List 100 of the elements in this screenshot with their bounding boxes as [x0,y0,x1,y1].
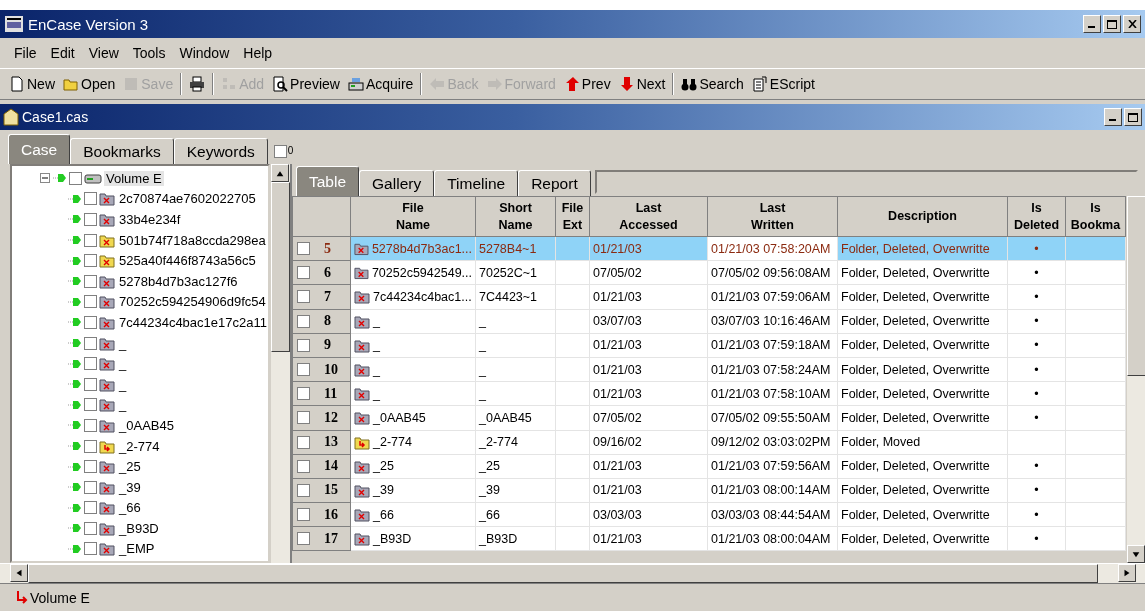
tree-item[interactable]: 2c70874ae7602022705 [117,191,258,207]
tree-item[interactable]: 5278b4d7b3ac127f6 [117,273,240,289]
vertical-scrollbar[interactable] [1126,196,1145,563]
tree-item[interactable]: 33b4e234f [117,212,183,227]
checkbox[interactable] [84,274,97,288]
toolbar-button[interactable]: Open [60,71,119,97]
checkbox[interactable] [84,295,97,309]
column-header[interactable]: File Name [350,196,476,237]
tab[interactable]: Report [518,170,591,196]
checkbox[interactable] [297,338,310,352]
checkbox[interactable] [84,357,97,371]
toolbar-button[interactable]: Acquire [344,71,417,97]
table-row[interactable]: 12 _0AAB45 _0AAB45 07/05/02 07/05/02 09:55:50AM Folder, Deleted, Overwritte • [292,405,1126,430]
vertical-scrollbar[interactable] [270,164,290,563]
tree-item[interactable]: 501b74f718a8ccda298ea [117,232,268,248]
column-header[interactable]: Last Accessed [589,196,708,237]
toolbar-button[interactable]: Next [615,71,669,97]
checkbox[interactable] [84,213,97,226]
checkbox[interactable] [84,377,97,391]
checkbox[interactable] [84,542,97,556]
checkbox[interactable] [297,387,310,401]
tree-item[interactable]: _25 [117,459,143,475]
minimize-button[interactable] [1083,15,1101,33]
table-row[interactable]: 13 _2-774 _2-774 09/16/02 09/12/02 03:03:02PM Folder, Moved [292,430,1126,455]
table-row[interactable]: 17 _B93D _B93D 01/21/03 01/21/03 08:00:04AM Folder, Deleted, Overwritte • [292,526,1126,551]
table-row[interactable]: 7 7c44234c4bac1... 7C4423~1 01/21/03 01/21/03 07:59:06AM Folder, Deleted, Overwritte • [292,284,1126,310]
horizontal-scrollbar[interactable] [0,563,1145,583]
checkbox[interactable] [84,398,97,412]
collapse-icon[interactable] [40,172,51,184]
checkbox[interactable] [297,411,310,425]
toolbar-button[interactable]: Prev [560,71,614,97]
column-header[interactable]: Is Deleted [1007,196,1066,237]
column-header[interactable]: Is Bookma [1065,196,1126,237]
toolbar-button[interactable]: Search [678,71,747,97]
checkbox[interactable] [297,532,310,546]
checkbox[interactable] [84,233,97,247]
tab[interactable]: Bookmarks [70,138,174,164]
column-header[interactable]: Short Name [475,196,556,237]
checkbox[interactable] [84,501,97,515]
tree-item[interactable]: _2-774 [117,438,162,454]
checkbox[interactable] [297,314,310,328]
menu-item[interactable]: Edit [44,43,81,63]
tree-item[interactable]: _B93D [117,520,161,536]
tab[interactable]: Keywords [173,138,268,164]
column-header[interactable]: Description [837,196,1008,237]
tab[interactable]: Timeline [434,170,519,196]
tree-item[interactable]: _66 [117,500,143,516]
tab[interactable]: Gallery [359,170,435,196]
checkbox[interactable] [84,192,97,206]
checkbox[interactable] [69,171,82,185]
close-button[interactable] [1123,15,1141,33]
tree-item[interactable]: _39 [117,479,143,495]
maximize-button[interactable] [1124,108,1142,126]
table-row[interactable]: 16 _66 _66 03/03/03 03/03/03 08:44:54AM Folder, Deleted, Overwritte • [292,502,1126,527]
checkbox[interactable] [297,363,310,377]
checkbox[interactable] [84,418,97,432]
tree-item[interactable]: Volume E [104,170,164,186]
table-row[interactable]: 15 _39 _39 01/21/03 01/21/03 08:00:14AM Folder, Deleted, Overwritte • [292,478,1126,503]
column-header[interactable]: Last Written [707,196,838,237]
table-row[interactable]: 6 70252c5942549... 70252C~1 07/05/02 07/05/02 09:56:08AM Folder, Deleted, Overwritte • [292,260,1126,285]
checkbox[interactable] [84,254,97,268]
checkbox[interactable] [84,460,97,474]
checkbox[interactable] [84,336,97,350]
minimize-button[interactable] [1104,108,1122,126]
menu-item[interactable]: View [82,43,125,63]
toolbar-button[interactable]: New [6,71,58,97]
tree-item[interactable]: _ [117,335,129,351]
table-row[interactable]: 11 _ _ 01/21/03 01/21/03 07:58:10AM Folder, Deleted, Overwritte • [292,381,1126,406]
checkbox[interactable] [84,439,97,453]
maximize-button[interactable] [1103,15,1121,33]
checkbox[interactable] [297,459,310,473]
tree-item[interactable]: 525a40f446f8743a56c5 [117,253,258,269]
menu-item[interactable]: Tools [126,43,172,63]
table-row[interactable]: 10 _ _ 01/21/03 01/21/03 07:58:24AM Folder, Deleted, Overwritte • [292,357,1126,382]
column-header[interactable]: File Ext [555,196,590,237]
checkbox[interactable] [297,483,310,497]
checkbox[interactable] [297,508,310,522]
table-row[interactable]: 9 _ _ 01/21/03 01/21/03 07:59:18AM Folder, Deleted, Overwritte • [292,333,1126,358]
tree-item[interactable]: 70252c594254906d9fc54 [117,294,268,310]
checkbox[interactable] [84,480,97,494]
menu-item[interactable]: Help [237,43,279,63]
tree-item[interactable]: _ [117,356,129,372]
tab[interactable]: Table [296,166,360,196]
tree-item[interactable]: _0AAB45 [117,417,176,433]
toolbar-button[interactable]: EScript [748,71,818,97]
table-row[interactable]: 14 _25 _25 01/21/03 01/21/03 07:59:56AM Folder, Deleted, Overwritte • [292,454,1126,479]
tab[interactable]: Case [8,134,71,164]
toolbar-button[interactable]: Preview [269,71,343,97]
tree-item[interactable]: _EMP [117,541,157,557]
tree-item[interactable]: 7c44234c4bac1e17c2a11 [117,314,268,330]
menu-item[interactable]: Window [173,43,236,63]
checkbox[interactable] [273,145,287,158]
tree-item[interactable]: _ [117,376,129,392]
tree-item[interactable]: _ [117,397,129,413]
checkbox[interactable] [84,315,97,329]
checkbox[interactable] [297,266,310,280]
checkbox[interactable] [84,521,97,535]
checkbox[interactable] [297,435,310,449]
table-row[interactable]: 5 5278b4d7b3ac1... 5278B4~1 01/21/03 01/21/03 07:58:20AM Folder, Deleted, Overwritte • [292,236,1126,261]
table-row[interactable]: 8 _ _ 03/07/03 03/07/03 10:16:46AM Folder, Deleted, Overwritte • [292,309,1126,334]
